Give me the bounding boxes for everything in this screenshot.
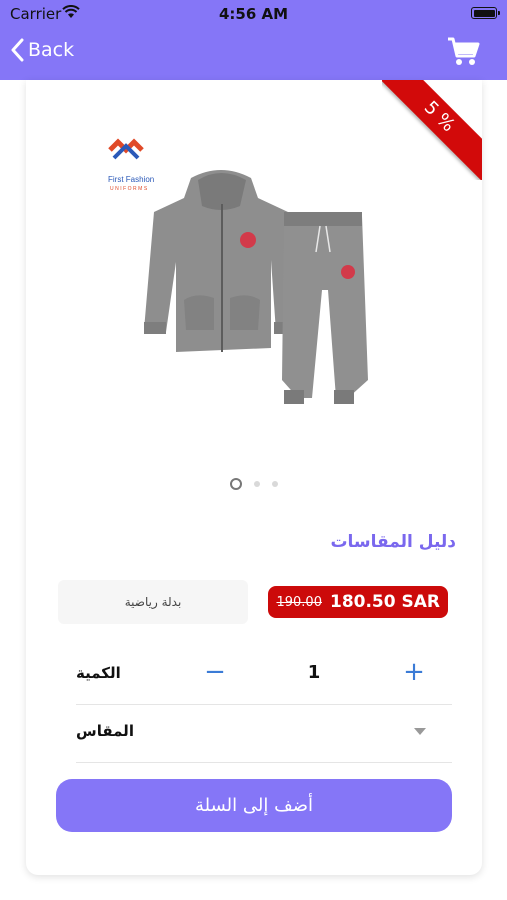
product-image-carousel[interactable]: First Fashion UNIFORMS 5 % xyxy=(26,80,482,470)
chevron-left-icon xyxy=(11,38,24,62)
page-dot-1[interactable] xyxy=(230,478,242,490)
price-row: بدلة رياضية 190.00 180.50 SAR xyxy=(58,580,448,624)
size-label: المقاس xyxy=(76,722,134,740)
size-selector[interactable]: المقاس xyxy=(76,704,452,763)
back-label: Back xyxy=(28,39,75,61)
quantity-increase-button[interactable]: + xyxy=(401,659,427,686)
jacket-illustration xyxy=(144,170,296,352)
status-bar: Carrier 4:56 AM xyxy=(0,0,507,28)
quantity-value: 1 xyxy=(307,662,321,683)
old-price: 190.00 xyxy=(276,594,322,610)
status-time: 4:56 AM xyxy=(218,5,289,23)
logo-line2: UNIFORMS xyxy=(110,186,149,192)
chevron-down-icon xyxy=(414,728,426,735)
product-card: First Fashion UNIFORMS 5 % دليل المقاسات… xyxy=(26,80,482,875)
product-name: بدلة رياضية xyxy=(58,580,248,624)
pants-illustration xyxy=(282,212,368,404)
carousel-page-indicator[interactable] xyxy=(26,478,482,490)
price-badge: 190.00 180.50 SAR xyxy=(268,586,448,618)
discount-ribbon: 5 % xyxy=(382,80,482,180)
cart-icon[interactable] xyxy=(447,36,481,68)
battery-icon xyxy=(471,7,500,19)
quantity-row: الكمية − 1 + xyxy=(76,648,452,705)
brand-logo: First Fashion UNIFORMS xyxy=(108,138,154,192)
new-price: 180.50 SAR xyxy=(329,592,440,612)
page-dot-2[interactable] xyxy=(254,481,260,487)
logo-line1: First Fashion xyxy=(108,175,154,184)
page-dot-3[interactable] xyxy=(272,481,278,487)
top-bar: Carrier 4:56 AM Back xyxy=(0,0,507,80)
add-to-cart-button[interactable]: أضف إلى السلة xyxy=(56,779,452,832)
quantity-label: الكمية xyxy=(76,664,121,682)
discount-badge: 5 % xyxy=(382,80,482,180)
back-button[interactable]: Back xyxy=(10,34,74,66)
size-guide-link[interactable]: دليل المقاسات xyxy=(330,532,456,552)
quantity-decrease-button[interactable]: − xyxy=(202,659,228,686)
